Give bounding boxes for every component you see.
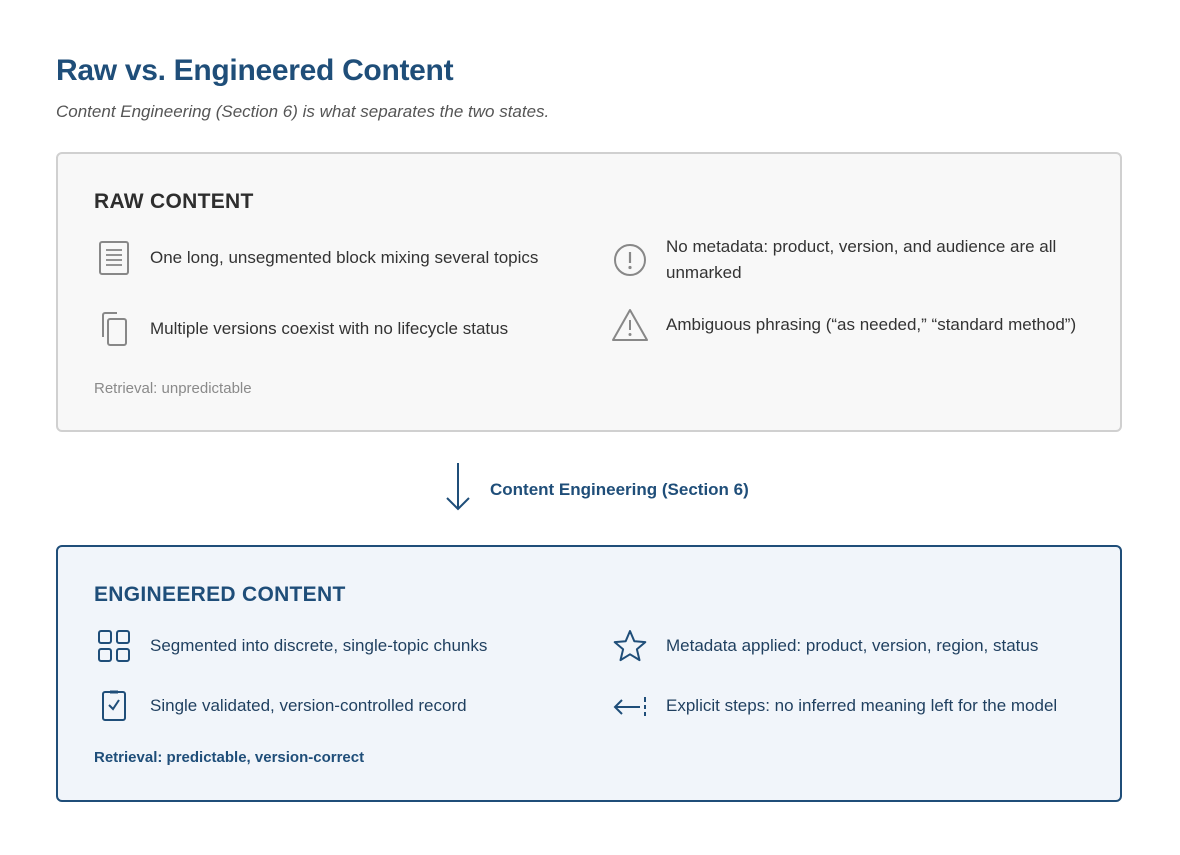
page-title: Raw vs. Engineered Content xyxy=(56,54,454,87)
eng-item-text: Metadata applied: product, version, regi… xyxy=(666,636,1039,655)
raw-item-text: Ambiguous phrasing (“as needed,” “standa… xyxy=(666,315,1077,334)
grid-icon xyxy=(94,626,134,666)
eng-item-text: Single validated, version-controlled rec… xyxy=(150,696,467,715)
eng-item-validated: Single validated, version-controlled rec… xyxy=(94,686,574,726)
raw-retrieval-note: Retrieval: unpredictable xyxy=(94,380,252,397)
raw-item-no-metadata: No metadata: product, version, and audie… xyxy=(610,234,1090,286)
raw-item-text: No metadata: product, version, and audie… xyxy=(666,237,1057,282)
raw-item-ambiguous: Ambiguous phrasing (“as needed,” “standa… xyxy=(610,305,1090,345)
engineered-content-panel: ENGINEERED CONTENT Segmented into discre… xyxy=(56,545,1122,802)
copies-icon xyxy=(94,309,134,349)
exclamation-circle-icon xyxy=(610,240,650,280)
transition-label: Content Engineering (Section 6) xyxy=(490,479,749,499)
warning-triangle-icon xyxy=(610,305,650,345)
checked-doc-icon xyxy=(94,686,134,726)
return-arrow-icon xyxy=(610,686,650,726)
raw-item-unsegmented: One long, unsegmented block mixing sever… xyxy=(94,238,574,278)
eng-item-text: Explicit steps: no inferred meaning left… xyxy=(666,696,1058,715)
raw-item-text: Multiple versions coexist with no lifecy… xyxy=(150,319,509,338)
arrow-down-icon xyxy=(440,460,476,519)
eng-item-explicit-steps: Explicit steps: no inferred meaning left… xyxy=(610,686,1090,726)
transition: Content Engineering (Section 6) xyxy=(440,460,749,519)
raw-item-text: One long, unsegmented block mixing sever… xyxy=(150,248,539,267)
engineered-panel-title: ENGINEERED CONTENT xyxy=(94,583,346,606)
eng-item-segmented: Segmented into discrete, single-topic ch… xyxy=(94,626,574,666)
star-icon xyxy=(610,626,650,666)
page-subtitle: Content Engineering (Section 6) is what … xyxy=(56,102,550,121)
raw-item-multiple-versions: Multiple versions coexist with no lifecy… xyxy=(94,309,574,349)
raw-content-panel: RAW CONTENT One long, unsegmented block … xyxy=(56,152,1122,432)
raw-panel-title: RAW CONTENT xyxy=(94,190,254,213)
eng-item-metadata: Metadata applied: product, version, regi… xyxy=(610,626,1090,666)
document-lines-icon xyxy=(94,238,134,278)
eng-retrieval-note: Retrieval: predictable, version-correct xyxy=(94,749,365,766)
eng-item-text: Segmented into discrete, single-topic ch… xyxy=(150,636,488,655)
